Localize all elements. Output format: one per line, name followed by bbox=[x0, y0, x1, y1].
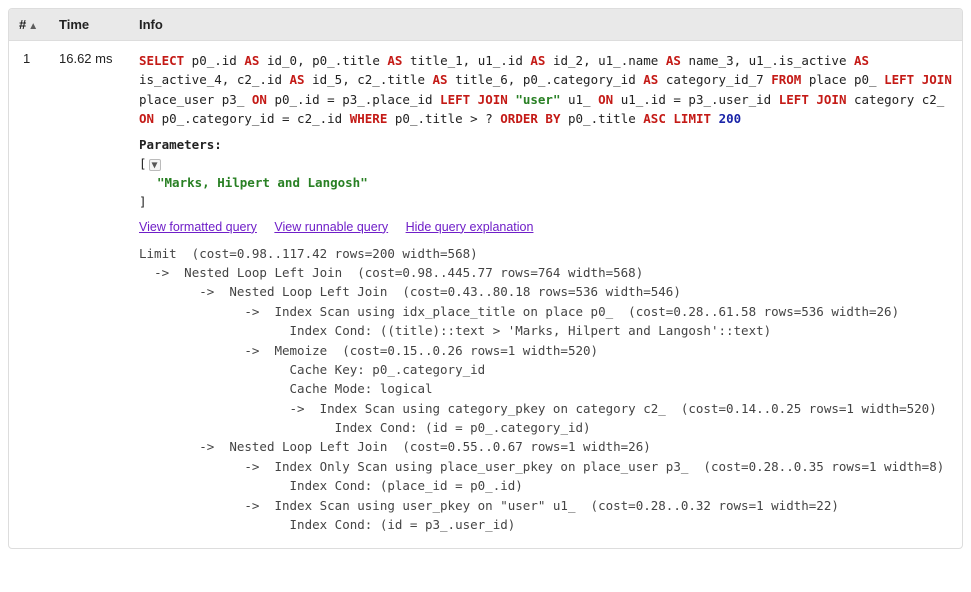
sql-token: p0_.id = p3_.place_id bbox=[267, 92, 440, 107]
query-table: #▲ Time Info 1 16.62 ms SELECT p0_.id AS… bbox=[9, 9, 962, 548]
query-explain-plan: Limit (cost=0.98..117.42 rows=200 width=… bbox=[139, 244, 952, 535]
sql-token: u1_ bbox=[560, 92, 598, 107]
sql-token: title_1, u1_.id bbox=[402, 53, 530, 68]
sql-token: ON bbox=[598, 92, 613, 107]
sql-query: SELECT p0_.id AS id_0, p0_.title AS titl… bbox=[139, 51, 952, 129]
sql-token: SELECT bbox=[139, 53, 184, 68]
view-runnable-link[interactable]: View runnable query bbox=[274, 220, 388, 234]
sql-token: AS bbox=[433, 72, 448, 87]
sql-token: LEFT JOIN bbox=[440, 92, 508, 107]
hide-explain-link[interactable]: Hide query explanation bbox=[406, 220, 534, 234]
header-num[interactable]: #▲ bbox=[9, 9, 49, 41]
query-panel: #▲ Time Info 1 16.62 ms SELECT p0_.id AS… bbox=[8, 8, 963, 549]
view-formatted-link[interactable]: View formatted query bbox=[139, 220, 257, 234]
sql-token: title_6, p0_.category_id bbox=[448, 72, 644, 87]
sql-token: AS bbox=[530, 53, 545, 68]
sql-token: id_0, p0_.title bbox=[259, 53, 387, 68]
header-time[interactable]: Time bbox=[49, 9, 129, 41]
sql-token: FROM bbox=[771, 72, 801, 87]
sql-token: id_5, c2_.title bbox=[305, 72, 433, 87]
param-bracket-close: ] bbox=[139, 192, 952, 211]
sql-token: LEFT JOIN bbox=[884, 72, 952, 87]
sql-token: AS bbox=[244, 53, 259, 68]
sql-token: 200 bbox=[719, 111, 742, 126]
sql-token: AS bbox=[387, 53, 402, 68]
sql-token: p0_.title > ? bbox=[387, 111, 500, 126]
sql-token: ON bbox=[139, 111, 154, 126]
sql-token: category c2_ bbox=[846, 92, 951, 107]
cell-info: SELECT p0_.id AS id_0, p0_.title AS titl… bbox=[129, 41, 962, 549]
query-links: View formatted query View runnable query… bbox=[139, 220, 952, 234]
sql-token: AS bbox=[666, 53, 681, 68]
sql-token bbox=[711, 111, 719, 126]
sql-token: p0_.title bbox=[560, 111, 643, 126]
cell-time: 16.62 ms bbox=[49, 41, 129, 549]
sql-token: id_2, u1_.name bbox=[545, 53, 665, 68]
sql-token: place p0_ bbox=[801, 72, 884, 87]
sql-token: AS bbox=[854, 53, 869, 68]
parameters-label: Parameters: bbox=[139, 137, 952, 152]
sql-token: ORDER BY bbox=[500, 111, 560, 126]
sql-token: LEFT JOIN bbox=[779, 92, 847, 107]
header-info[interactable]: Info bbox=[129, 9, 962, 41]
sql-token: ASC bbox=[643, 111, 666, 126]
header-time-label: Time bbox=[59, 17, 89, 32]
sql-token: name_3, u1_.is_active bbox=[681, 53, 854, 68]
table-row: 1 16.62 ms SELECT p0_.id AS id_0, p0_.ti… bbox=[9, 41, 962, 549]
param-bracket-open: [ bbox=[139, 156, 147, 171]
sql-token: p0_.category_id = c2_.id bbox=[154, 111, 350, 126]
sql-token: u1_.id = p3_.user_id bbox=[613, 92, 779, 107]
sql-token: LIMIT bbox=[673, 111, 711, 126]
sql-token: "user" bbox=[515, 92, 560, 107]
sql-token: AS bbox=[643, 72, 658, 87]
collapse-toggle-icon[interactable]: ▼ bbox=[149, 159, 161, 171]
cell-num: 1 bbox=[9, 41, 49, 549]
sql-token: p0_.id bbox=[184, 53, 244, 68]
sql-token: category_id_7 bbox=[658, 72, 771, 87]
sql-token: AS bbox=[290, 72, 305, 87]
header-num-label: # bbox=[19, 17, 26, 32]
sort-asc-icon: ▲ bbox=[28, 21, 38, 32]
header-info-label: Info bbox=[139, 17, 163, 32]
sql-token: ON bbox=[252, 92, 267, 107]
parameters-block: [▼ "Marks, Hilpert and Langosh" ] bbox=[139, 154, 952, 212]
parameter-value: "Marks, Hilpert and Langosh" bbox=[157, 175, 368, 190]
sql-token: WHERE bbox=[350, 111, 388, 126]
